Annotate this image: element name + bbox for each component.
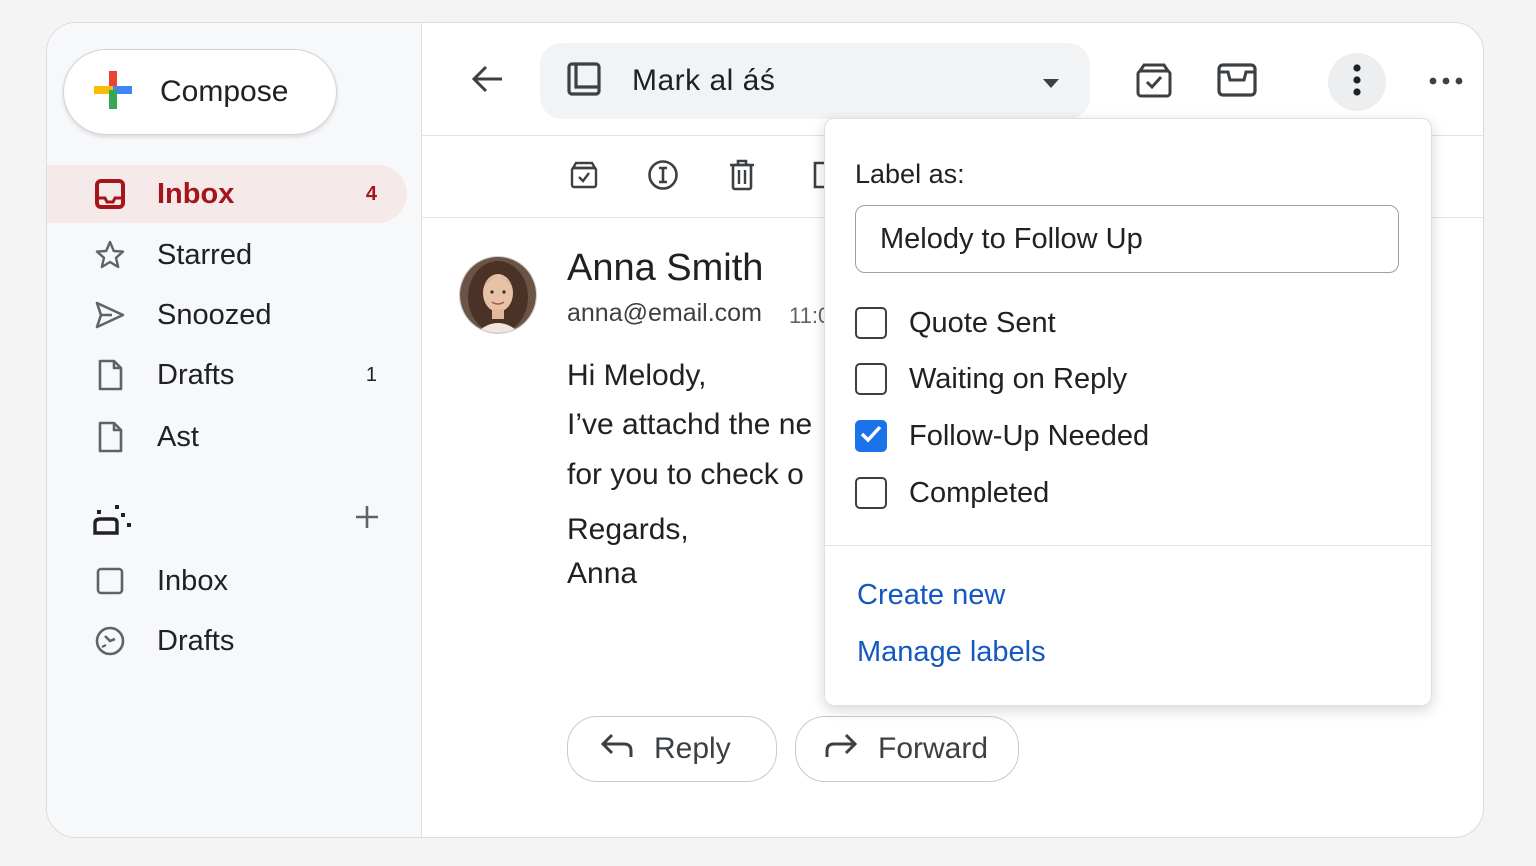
envelope-icon: [1216, 62, 1258, 103]
document-icon: [566, 61, 602, 102]
sidebar-item-label: Drafts: [157, 358, 235, 391]
archive-button[interactable]: [1125, 53, 1183, 111]
message-body-line: I’ve attachd the ne: [567, 408, 813, 441]
sidebar-item-label: Snoozed: [157, 298, 272, 331]
add-label-button[interactable]: [347, 499, 387, 539]
message-body-line: for you to check o: [567, 458, 804, 491]
more-options-button[interactable]: [1328, 53, 1386, 111]
sidebar-label-inbox[interactable]: Inbox: [47, 552, 407, 610]
forward-label: Forward: [878, 732, 989, 765]
checkbox[interactable]: [855, 307, 887, 339]
star-icon: [93, 238, 127, 272]
reply-button[interactable]: Reply: [567, 716, 777, 782]
checkmark-icon: [859, 424, 883, 449]
labels-icon: [93, 505, 133, 543]
forward-button[interactable]: Forward: [795, 716, 1019, 782]
send-icon: [93, 298, 127, 332]
sidebar-item-label: Ast: [157, 420, 199, 453]
report-button[interactable]: [641, 155, 685, 199]
document-icon: [93, 420, 127, 454]
label-option-completed[interactable]: Completed: [855, 473, 1049, 513]
sidebar-item-drafts[interactable]: Drafts 1: [47, 346, 407, 404]
message-body-line: Hi Melody,: [567, 359, 707, 392]
mark-as-label: Mark al áś: [632, 64, 776, 97]
sender-email: anna@email.com: [567, 299, 762, 327]
sidebar: Compose Inbox 4 Starred Snoozed Drafts 1…: [47, 23, 422, 837]
info-icon: [647, 159, 679, 196]
sidebar-item-inbox[interactable]: Inbox 4: [47, 165, 407, 223]
back-button[interactable]: [468, 61, 508, 101]
message-body-line: Anna: [567, 557, 638, 590]
label-option-quote-sent[interactable]: Quote Sent: [855, 303, 1056, 343]
label-menu-title: Label as:: [855, 159, 965, 189]
plus-icon: [92, 69, 134, 116]
draft-icon: [93, 358, 127, 392]
menu-divider: [825, 545, 1431, 546]
unread-count: 4: [365, 182, 377, 205]
reply-icon: [600, 731, 634, 767]
sidebar-item-label: Drafts: [157, 624, 235, 657]
chevron-down-icon: [1042, 77, 1060, 95]
inbox-icon: [93, 177, 127, 211]
label-option-waiting-on-reply[interactable]: Waiting on Reply: [855, 359, 1127, 399]
compose-label: Compose: [160, 75, 289, 108]
sidebar-item-label: Inbox: [157, 177, 235, 210]
manage-labels-link[interactable]: Manage labels: [857, 636, 1046, 669]
archive-message-button[interactable]: [562, 155, 606, 199]
delete-button[interactable]: [720, 155, 764, 199]
checkbox[interactable]: [855, 477, 887, 509]
plus-icon: [354, 504, 380, 535]
label-option-text: Completed: [909, 476, 1050, 509]
sidebar-item-starred[interactable]: Starred: [47, 226, 407, 284]
sidebar-item-label: Starred: [157, 238, 253, 271]
more-horiz-icon: [1428, 73, 1464, 91]
archive-check-icon: [1135, 61, 1173, 104]
checkbox[interactable]: [855, 363, 887, 395]
square-icon: [93, 564, 127, 598]
draft-count: 1: [365, 363, 377, 386]
trash-icon: [728, 159, 756, 196]
compose-button[interactable]: Compose: [63, 49, 337, 135]
sidebar-item-ast[interactable]: Ast: [47, 408, 407, 466]
sidebar-label-drafts[interactable]: Drafts: [47, 612, 407, 670]
message-body-line: Regards,: [567, 513, 689, 546]
sidebar-item-label: Inbox: [157, 564, 228, 597]
sidebar-item-snoozed[interactable]: Snoozed: [47, 286, 407, 344]
clock-icon: [93, 624, 127, 658]
arrow-left-icon: [470, 61, 506, 102]
label-option-follow-up-needed[interactable]: Follow-Up Needed: [855, 416, 1149, 456]
label-option-text: Waiting on Reply: [909, 362, 1128, 395]
label-option-text: Follow-Up Needed: [909, 419, 1150, 452]
sender-name: Anna Smith: [567, 247, 764, 289]
label-search-input[interactable]: Melody to Follow Up: [855, 205, 1399, 273]
forward-icon: [824, 731, 858, 767]
archive-check-icon: [569, 160, 599, 195]
reply-label: Reply: [654, 732, 731, 765]
more-vert-icon: [1352, 63, 1362, 102]
mail-button[interactable]: [1208, 53, 1266, 111]
checkbox-checked[interactable]: [855, 420, 887, 452]
mark-as-dropdown[interactable]: Mark al áś: [540, 43, 1090, 119]
create-new-label-link[interactable]: Create new: [857, 579, 1005, 612]
overflow-menu-button[interactable]: [1417, 53, 1475, 111]
label-as-menu: Label as: Melody to Follow Up Quote Sent…: [824, 118, 1432, 706]
label-option-text: Quote Sent: [909, 306, 1056, 339]
avatar: [459, 256, 537, 334]
